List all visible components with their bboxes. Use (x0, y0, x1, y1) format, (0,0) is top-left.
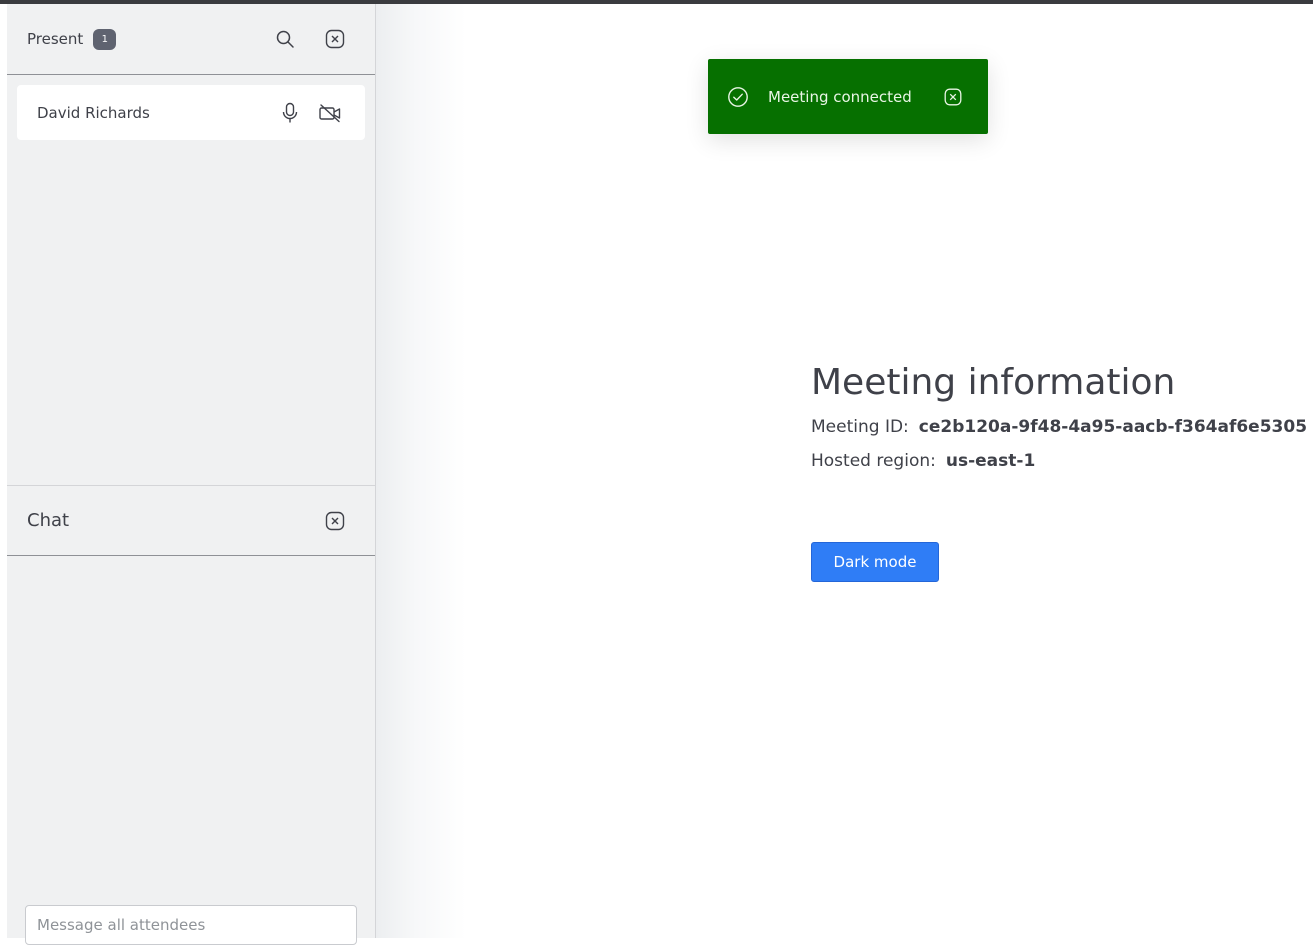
meeting-info: Meeting information Meeting ID: ce2b120a-… (811, 362, 1307, 471)
chat-panel: Chat (7, 485, 376, 945)
chat-title: Chat (27, 510, 70, 531)
hosted-region-row: Hosted region: us-east-1 (811, 451, 1307, 471)
notification-toast: Meeting connected (708, 59, 988, 134)
attendee-item[interactable]: David Richards (17, 85, 365, 140)
roster-panel: Present 1 David Richards (7, 4, 376, 485)
chat-header: Chat (7, 486, 375, 556)
main-content: Meeting connected Meeting information Me… (376, 4, 1313, 938)
left-edge (0, 4, 7, 938)
close-icon[interactable] (943, 87, 963, 107)
toast-message: Meeting connected (768, 87, 912, 106)
meeting-id-label: Meeting ID: (811, 417, 909, 437)
meeting-id-row: Meeting ID: ce2b120a-9f48-4a95-aacb-f364a… (811, 417, 1307, 437)
close-icon[interactable] (323, 27, 347, 51)
camera-off-icon[interactable] (318, 101, 342, 125)
roster-title: Present (27, 30, 84, 48)
hosted-region-label: Hosted region: (811, 451, 936, 471)
meeting-id-value: ce2b120a-9f48-4a95-aacb-f364af6e5305 (918, 417, 1308, 437)
hosted-region-value: us-east-1 (945, 451, 1036, 471)
page-title: Meeting information (811, 362, 1176, 403)
microphone-icon[interactable] (278, 101, 302, 125)
check-circle-icon (727, 86, 749, 108)
dark-mode-button[interactable]: Dark mode (811, 542, 939, 582)
chat-message-input[interactable] (25, 905, 357, 945)
roster-header: Present 1 (7, 4, 375, 75)
close-icon[interactable] (323, 509, 347, 533)
search-icon[interactable] (273, 27, 297, 51)
attendee-name: David Richards (37, 103, 150, 122)
attendee-count-badge: 1 (93, 28, 117, 50)
